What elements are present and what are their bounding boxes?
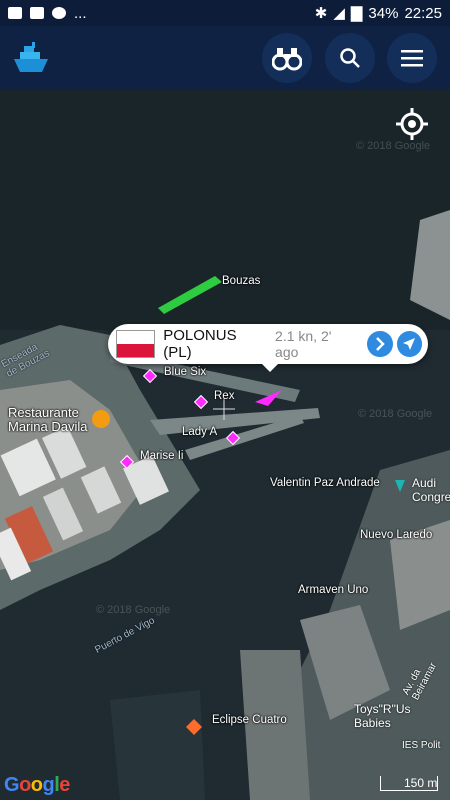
navigation-icon	[403, 338, 416, 350]
map-copyright: © 2018 Google	[358, 408, 433, 420]
binoculars-button[interactable]	[262, 33, 312, 83]
vessel-label[interactable]: Bouzas	[222, 275, 260, 287]
my-location-button[interactable]	[394, 106, 430, 142]
vessel-label[interactable]: Lady A	[182, 426, 217, 438]
poi-restaurant[interactable]: Restaurante Marina Davila	[8, 406, 87, 434]
satellite-map[interactable]: © 2018 Google © 2018 Google © 2018 Googl…	[0, 90, 450, 800]
notification-icon	[8, 7, 22, 19]
vessel-label[interactable]: Marise Ii	[140, 450, 183, 462]
restaurant-icon[interactable]	[92, 410, 110, 428]
app-header	[0, 26, 450, 90]
scale-text: 150 m	[404, 776, 438, 790]
search-button[interactable]	[325, 33, 375, 83]
crosshair-icon	[396, 108, 428, 140]
flag-icon	[116, 330, 156, 358]
google-logo: Google	[4, 774, 70, 796]
place-label-audi: Audi Congresos	[412, 476, 450, 504]
whatsapp-icon	[52, 7, 66, 19]
menu-button[interactable]	[387, 33, 437, 83]
search-icon	[340, 48, 360, 68]
bluetooth-icon: ✱	[314, 5, 328, 22]
vessel-label[interactable]: Nuevo Laredo	[360, 529, 432, 541]
vessel-track-button[interactable]	[396, 331, 422, 357]
clock: 22:25	[404, 4, 442, 22]
image-icon	[30, 7, 44, 19]
place-label-ies: IES Polit	[402, 740, 441, 751]
binoculars-icon	[272, 48, 302, 71]
place-label-toys: Toys"R"Us Babies	[354, 702, 411, 730]
vessel-speed-info: 2.1 kn, 2' ago	[275, 328, 332, 360]
map-copyright: © 2018 Google	[96, 604, 171, 616]
vessel-label[interactable]: Eclipse Cuatro	[212, 714, 287, 726]
app-logo-ship-icon[interactable]	[10, 38, 52, 80]
vessel-label[interactable]: Armaven Uno	[298, 584, 368, 596]
vessel-name[interactable]: POLONUS (PL)	[163, 327, 267, 361]
menu-icon	[401, 50, 423, 67]
map-copyright: © 2018 Google	[356, 140, 431, 152]
vessel-details-button[interactable]	[367, 331, 393, 357]
battery-level: 34%	[368, 4, 399, 22]
map-imagery	[0, 90, 450, 800]
status-bar: ... ✱ ◢ ▇ 34% 22:25	[0, 0, 450, 26]
wifi-icon: ◢	[333, 5, 345, 22]
status-ellipsis: ...	[74, 4, 87, 22]
vessel-label[interactable]: Blue Six	[164, 366, 206, 378]
vessel-popup[interactable]: POLONUS (PL) 2.1 kn, 2' ago	[108, 324, 428, 372]
chevron-right-icon	[375, 337, 385, 351]
signal-icon: ▇	[350, 5, 363, 22]
vessel-label[interactable]: Valentin Paz Andrade	[270, 477, 380, 489]
vessel-label[interactable]: Rex	[214, 390, 234, 402]
